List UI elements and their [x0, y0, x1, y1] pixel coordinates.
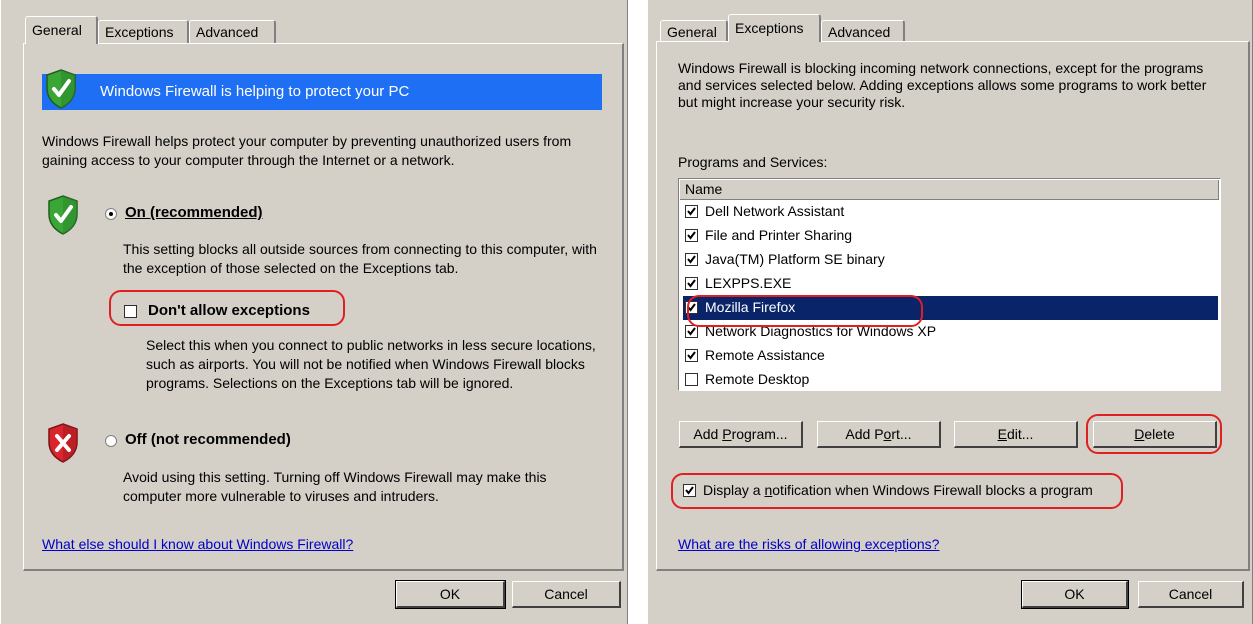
program-checkbox[interactable] — [685, 325, 698, 338]
programs-label: Programs and Services: — [678, 154, 828, 170]
shield-x-icon — [48, 423, 78, 463]
list-item[interactable]: Mozilla Firefox — [683, 296, 1218, 320]
tab-advanced[interactable]: Advanced — [189, 20, 276, 44]
off-radio[interactable] — [105, 435, 117, 447]
add-port-button[interactable]: Add Port... — [817, 421, 941, 448]
list-item[interactable]: File and Printer Sharing — [683, 224, 1218, 248]
firewall-dialog-exceptions: General Exceptions Advanced Windows Fire… — [647, 0, 1253, 624]
tab-exceptions[interactable]: Exceptions — [728, 14, 821, 42]
program-checkbox[interactable] — [685, 349, 698, 362]
program-checkbox[interactable] — [685, 205, 698, 218]
program-name: File and Printer Sharing — [705, 227, 853, 243]
intro-text: Windows Firewall helps protect your comp… — [42, 133, 572, 168]
banner-text: Windows Firewall is helping to protect y… — [100, 83, 410, 100]
shield-check-icon — [46, 69, 76, 109]
list-item[interactable]: Dell Network Assistant — [683, 200, 1218, 224]
program-checkbox[interactable] — [685, 229, 698, 242]
list-item[interactable]: Remote Desktop — [683, 368, 1218, 390]
on-description: This setting blocks all outside sources … — [123, 241, 597, 276]
program-name: Java(TM) Platform SE binary — [705, 251, 885, 267]
programs-list[interactable]: Name Dell Network Assistant File and Prin… — [678, 178, 1221, 391]
status-banner: Windows Firewall is helping to protect y… — [42, 74, 602, 110]
firewall-dialog-general: General Exceptions Advanced Windows Fire… — [0, 0, 628, 624]
program-checkbox[interactable] — [685, 301, 698, 314]
cancel-button[interactable]: Cancel — [512, 581, 621, 608]
ok-button[interactable]: OK — [395, 580, 506, 609]
name-column-header[interactable]: Name — [680, 180, 1219, 200]
on-label[interactable]: On (recommended) — [125, 203, 263, 222]
shield-check-icon — [48, 195, 78, 235]
list-item[interactable]: LEXPPS.EXE — [683, 272, 1218, 296]
tab-general[interactable]: General — [25, 16, 98, 44]
on-radio[interactable] — [105, 208, 117, 220]
add-program-button[interactable]: Add Program... — [679, 421, 803, 448]
dont-allow-description: Select this when you connect to public n… — [146, 337, 596, 391]
notify-label[interactable]: Display a notification when Windows Fire… — [703, 481, 1093, 500]
exceptions-intro-text: Windows Firewall is blocking incoming ne… — [678, 60, 1207, 110]
notify-checkbox[interactable] — [683, 484, 696, 497]
program-name: Dell Network Assistant — [705, 203, 845, 219]
program-checkbox[interactable] — [685, 373, 698, 386]
list-item[interactable]: Java(TM) Platform SE binary — [683, 248, 1218, 272]
program-name: Network Diagnostics for Windows XP — [705, 323, 937, 339]
program-checkbox[interactable] — [685, 253, 698, 266]
program-checkbox[interactable] — [685, 277, 698, 290]
delete-button[interactable]: Delete — [1093, 421, 1217, 448]
program-name: Remote Assistance — [705, 347, 825, 363]
tab-exceptions[interactable]: Exceptions — [98, 20, 189, 44]
edit-button[interactable]: Edit... — [954, 421, 1078, 448]
ok-button[interactable]: OK — [1021, 580, 1129, 609]
general-tab-panel: Windows Firewall is helping to protect y… — [23, 43, 624, 571]
dont-allow-exceptions-label[interactable]: Don't allow exceptions — [148, 301, 310, 320]
list-item[interactable]: Network Diagnostics for Windows XP — [683, 320, 1218, 344]
list-item[interactable]: Remote Assistance — [683, 344, 1218, 368]
program-name: Mozilla Firefox — [705, 299, 796, 315]
off-description: Avoid using this setting. Turning off Wi… — [123, 469, 547, 504]
program-name: LEXPPS.EXE — [705, 275, 792, 291]
firewall-help-link[interactable]: What else should I know about Windows Fi… — [42, 536, 353, 552]
dont-allow-exceptions-checkbox[interactable] — [124, 305, 137, 318]
off-label[interactable]: Off (not recommended) — [125, 430, 291, 449]
program-name: Remote Desktop — [705, 371, 810, 387]
exceptions-risks-link[interactable]: What are the risks of allowing exception… — [678, 536, 939, 552]
exceptions-tab-panel: Windows Firewall is blocking incoming ne… — [656, 41, 1250, 571]
cancel-button[interactable]: Cancel — [1138, 581, 1244, 608]
